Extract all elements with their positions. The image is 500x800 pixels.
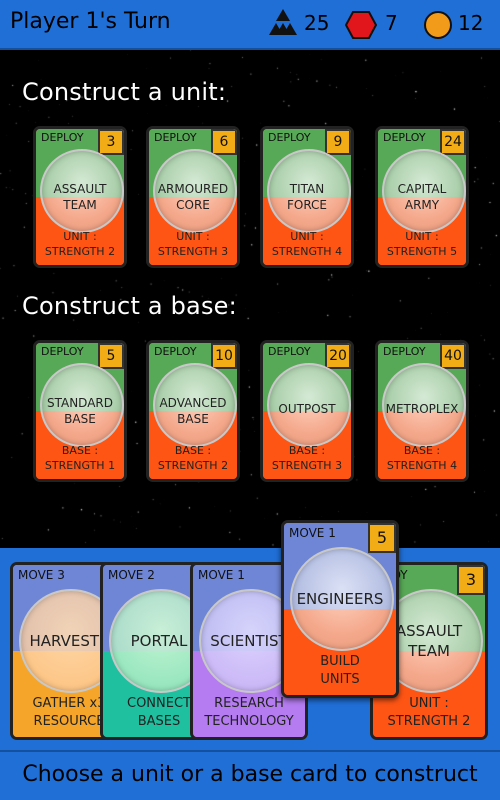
card-tag: DEPLOY xyxy=(383,345,426,358)
unit-card-assault-team[interactable]: DEPLOY 3 ASSAULT TEAM UNIT : STRENGTH 2 xyxy=(33,126,127,268)
card-tag: DEPLOY xyxy=(154,131,197,144)
card-description: BUILD UNITS xyxy=(320,654,360,687)
card-description: BASE : STRENGTH 4 xyxy=(386,444,458,472)
card-cost: 24 xyxy=(440,129,466,155)
card-cost: 5 xyxy=(98,343,124,369)
bases-heading: Construct a base: xyxy=(22,292,237,320)
card-name: ARMOURED CORE xyxy=(157,182,229,212)
card-tag: MOVE 1 xyxy=(289,526,336,540)
card-cost: 10 xyxy=(211,343,237,369)
units-heading: Construct a unit: xyxy=(22,78,227,106)
card-description: UNIT : STRENGTH 2 xyxy=(44,230,116,258)
card-cost: 9 xyxy=(325,129,351,155)
card-name: ASSAULT TEAM xyxy=(53,182,107,212)
card-cost: 3 xyxy=(457,565,485,595)
red-hexagon-icon xyxy=(345,11,377,39)
card-name: CAPITAL ARMY xyxy=(397,182,447,212)
card-name: STANDARD BASE xyxy=(46,396,114,426)
circle-count: 12 xyxy=(458,11,484,35)
card-cost: 6 xyxy=(211,129,237,155)
card-description: BASE : STRENGTH 2 xyxy=(157,444,229,472)
base-card-outpost[interactable]: DEPLOY 20 OUTPOST BASE : STRENGTH 3 xyxy=(260,340,354,482)
unit-card-titan-force[interactable]: DEPLOY 9 TITAN FORCE UNIT : STRENGTH 4 xyxy=(260,126,354,268)
base-card-metroplex[interactable]: DEPLOY 40 METROPLEX BASE : STRENGTH 4 xyxy=(375,340,469,482)
turn-title: Player 1's Turn xyxy=(10,9,171,34)
card-description: UNIT : STRENGTH 5 xyxy=(386,230,458,258)
card-description: UNIT : STRENGTH 2 xyxy=(387,696,471,729)
base-card-standard-base[interactable]: DEPLOY 5 STANDARD BASE BASE : STRENGTH 1 xyxy=(33,340,127,482)
card-cost: 5 xyxy=(368,523,396,553)
status-message: Choose a unit or a base card to construc… xyxy=(22,762,478,787)
card-cost: 20 xyxy=(325,343,351,369)
card-name: ENGINEERS xyxy=(296,590,384,608)
card-tag: DEPLOY xyxy=(268,345,311,358)
card-description: BASE : STRENGTH 1 xyxy=(44,444,116,472)
triangles-icon xyxy=(269,9,297,35)
card-tag: MOVE 2 xyxy=(108,568,155,582)
card-tag: MOVE 3 xyxy=(18,568,65,582)
card-tag: DEPLOY xyxy=(268,131,311,144)
card-name: ADVANCED BASE xyxy=(159,396,227,426)
card-name: METROPLEX xyxy=(385,402,459,416)
orange-circle-icon xyxy=(424,11,452,39)
card-tag: DEPLOY xyxy=(41,345,84,358)
hand-card-engineers[interactable]: MOVE 1 5 ENGINEERS BUILD UNITS xyxy=(281,520,399,698)
card-description: BASE : STRENGTH 3 xyxy=(271,444,343,472)
card-tag: DEPLOY xyxy=(154,345,197,358)
card-tag: DEPLOY xyxy=(41,131,84,144)
card-description: UNIT : STRENGTH 3 xyxy=(157,230,229,258)
card-name: OUTPOST xyxy=(278,402,336,416)
unit-card-capital-army[interactable]: DEPLOY 24 CAPITAL ARMY UNIT : STRENGTH 5 xyxy=(375,126,469,268)
card-name: TITAN FORCE xyxy=(286,182,328,212)
triangles-count: 25 xyxy=(304,11,330,35)
card-tag: MOVE 1 xyxy=(198,568,245,582)
card-cost: 3 xyxy=(98,129,124,155)
card-tag: DEPLOY xyxy=(383,131,426,144)
card-description: UNIT : STRENGTH 4 xyxy=(271,230,343,258)
hexagon-count: 7 xyxy=(385,11,398,35)
unit-card-armoured-core[interactable]: DEPLOY 6 ARMOURED CORE UNIT : STRENGTH 3 xyxy=(146,126,240,268)
top-bar: Player 1's Turn 25 7 12 xyxy=(0,0,500,50)
status-bar: Choose a unit or a base card to construc… xyxy=(0,750,500,800)
base-card-advanced-base[interactable]: DEPLOY 10 ADVANCED BASE BASE : STRENGTH 2 xyxy=(146,340,240,482)
card-description: RESEARCH TECHNOLOGY xyxy=(204,696,294,729)
card-cost: 40 xyxy=(440,343,466,369)
